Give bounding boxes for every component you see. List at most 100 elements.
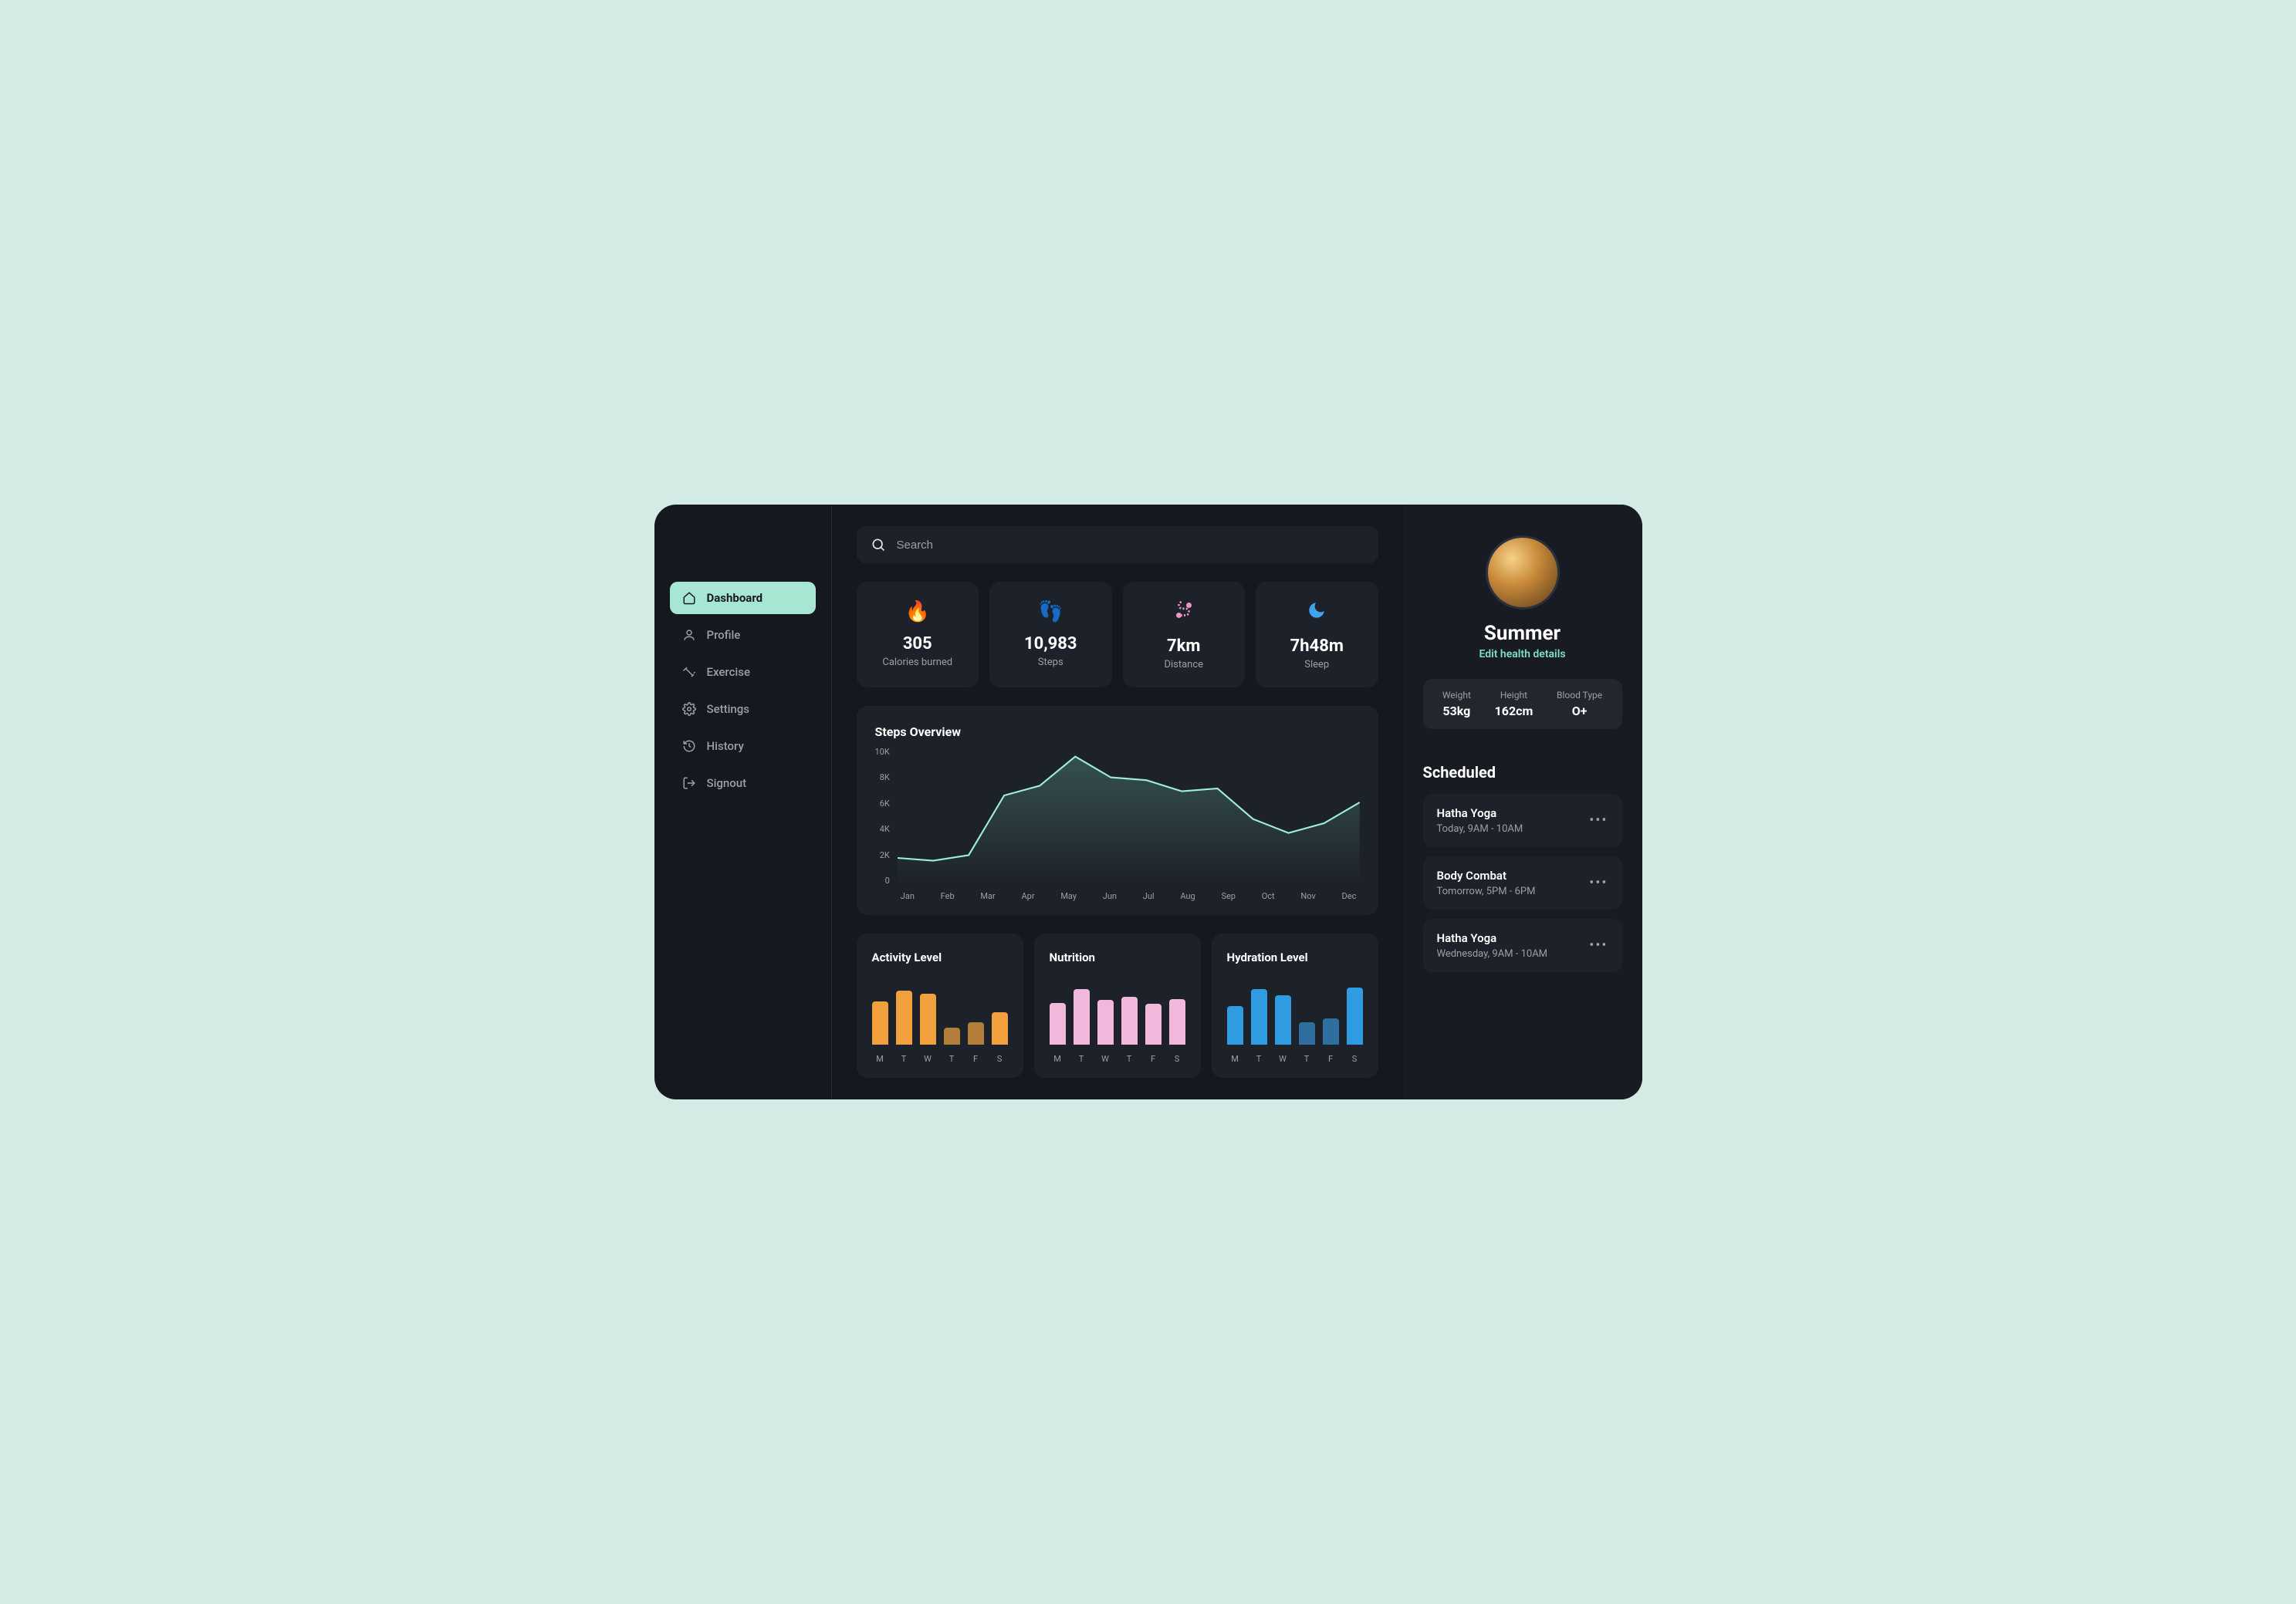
mini-chart-nutrition[interactable]: Nutrition MTWTFS xyxy=(1034,934,1201,1078)
bar xyxy=(1347,988,1363,1045)
sidebar-item-label: Exercise xyxy=(707,665,750,679)
scheduled-text: Hatha Yoga Today, 9AM - 10AM xyxy=(1437,806,1523,835)
scheduled-time: Wednesday, 9AM - 10AM xyxy=(1437,948,1548,960)
bar xyxy=(1121,997,1138,1045)
sidebar-item-exercise[interactable]: Exercise xyxy=(670,656,816,688)
more-icon[interactable]: ••• xyxy=(1589,937,1608,954)
health-label: Height xyxy=(1495,690,1533,701)
health-details: Weight 53kg Height 162cm Blood Type O+ xyxy=(1423,679,1622,729)
sidebar-item-label: Settings xyxy=(707,702,750,716)
mini-chart-hydration-level[interactable]: Hydration LevelMTWTFS xyxy=(1212,934,1378,1078)
mini-chart-labels: MTWTFS xyxy=(872,1054,1008,1064)
search-bar[interactable] xyxy=(857,526,1378,563)
bar xyxy=(1227,1006,1243,1045)
sidebar-item-profile[interactable]: Profile xyxy=(670,619,816,651)
avatar[interactable] xyxy=(1486,535,1560,610)
stat-calories[interactable]: 🔥 305 Calories burned xyxy=(857,582,979,687)
edit-health-link[interactable]: Edit health details xyxy=(1423,648,1622,660)
stat-value: 7km xyxy=(1132,637,1236,656)
right-panel: Summer Edit health details Weight 53kgHe… xyxy=(1403,505,1642,1099)
bar xyxy=(1251,989,1267,1045)
mini-chart-title: Nutrition xyxy=(1050,951,1185,964)
sidebar-item-label: Profile xyxy=(707,628,741,642)
scheduled-text: Body Combat Tomorrow, 5PM - 6PM xyxy=(1437,869,1536,897)
scheduled-item[interactable]: Hatha Yoga Today, 9AM - 10AM ••• xyxy=(1423,794,1622,847)
stat-label: Distance xyxy=(1132,659,1236,670)
user-icon xyxy=(682,628,696,642)
mini-chart-title: Activity Level xyxy=(872,951,1008,964)
scheduled-item[interactable]: Body Combat Tomorrow, 5PM - 6PM ••• xyxy=(1423,856,1622,910)
feet-icon: 👣 xyxy=(999,600,1103,623)
history-icon xyxy=(682,739,696,753)
chart-x-axis: JanFebMarAprMayJunJulAugSepOctNovDec xyxy=(898,891,1360,901)
chart-plot-area: JanFebMarAprMayJunJulAugSepOctNovDec xyxy=(898,747,1360,901)
scheduled-title: Scheduled xyxy=(1423,763,1622,782)
stat-row: 🔥 305 Calories burned 👣 10,983 Steps 7km… xyxy=(857,582,1378,687)
mini-chart-activity-level[interactable]: Activity Level MTWTFS xyxy=(857,934,1023,1078)
bar xyxy=(944,1028,960,1045)
stat-value: 305 xyxy=(866,634,970,653)
health-item-blood-type: Blood Type O+ xyxy=(1557,690,1602,718)
more-icon[interactable]: ••• xyxy=(1589,875,1608,891)
mini-chart-row: Activity LevelMTWTFSNutritionMTWTFSHydra… xyxy=(857,934,1378,1078)
mini-chart-bars xyxy=(872,983,1008,1045)
health-item-height: Height 162cm xyxy=(1495,690,1533,718)
dumbbell-icon xyxy=(682,665,696,679)
stat-label: Steps xyxy=(999,657,1103,668)
stat-steps[interactable]: 👣 10,983 Steps xyxy=(989,582,1112,687)
scheduled-item[interactable]: Hatha Yoga Wednesday, 9AM - 10AM ••• xyxy=(1423,919,1622,972)
mini-chart-bars xyxy=(1227,983,1363,1045)
stat-label: Calories burned xyxy=(866,657,970,668)
more-icon[interactable]: ••• xyxy=(1589,812,1608,829)
sidebar-item-signout[interactable]: Signout xyxy=(670,767,816,799)
mini-chart-labels: MTWTFS xyxy=(1050,1054,1185,1064)
bar xyxy=(1323,1018,1339,1045)
stat-sleep[interactable]: z 7h48m Sleep xyxy=(1256,582,1378,687)
sidebar-item-label: Dashboard xyxy=(707,591,763,605)
health-value: 53kg xyxy=(1442,704,1471,718)
sidebar-item-dashboard[interactable]: Dashboard xyxy=(670,582,816,614)
scheduled-name: Hatha Yoga xyxy=(1437,931,1548,945)
scheduled-name: Body Combat xyxy=(1437,869,1536,883)
bar xyxy=(1097,1000,1114,1045)
scheduled-list: Hatha Yoga Today, 9AM - 10AM ••• Body Co… xyxy=(1423,794,1622,972)
flame-icon: 🔥 xyxy=(866,600,970,623)
stat-value: 10,983 xyxy=(999,634,1103,653)
main-content: 🔥 305 Calories burned 👣 10,983 Steps 7km… xyxy=(832,505,1403,1099)
home-icon xyxy=(682,591,696,605)
bar xyxy=(920,994,936,1045)
sidebar-item-settings[interactable]: Settings xyxy=(670,693,816,725)
sidebar: Dashboard Profile Exercise Settings Hist… xyxy=(654,505,832,1099)
stat-label: Sleep xyxy=(1265,659,1369,670)
steps-overview-chart: Steps Overview 10K8K6K4K2K0 JanFebMarApr… xyxy=(857,706,1378,915)
signout-icon xyxy=(682,776,696,790)
sidebar-item-label: Signout xyxy=(707,776,747,790)
scheduled-time: Tomorrow, 5PM - 6PM xyxy=(1437,886,1536,897)
health-item-weight: Weight 53kg xyxy=(1442,690,1471,718)
mini-chart-labels: MTWTFS xyxy=(1227,1054,1363,1064)
gear-icon xyxy=(682,702,696,716)
scheduled-time: Today, 9AM - 10AM xyxy=(1437,823,1523,835)
bar xyxy=(1074,989,1090,1045)
stat-distance[interactable]: 7km Distance xyxy=(1123,582,1246,687)
app-shell: Dashboard Profile Exercise Settings Hist… xyxy=(654,505,1642,1099)
bar xyxy=(992,1012,1008,1045)
bar xyxy=(1299,1022,1315,1045)
scheduled-name: Hatha Yoga xyxy=(1437,806,1523,820)
search-input[interactable] xyxy=(897,539,1364,552)
mini-chart-bars xyxy=(1050,983,1185,1045)
bar xyxy=(1050,1003,1066,1045)
health-value: 162cm xyxy=(1495,704,1533,718)
scheduled-text: Hatha Yoga Wednesday, 9AM - 10AM xyxy=(1437,931,1548,960)
bar xyxy=(968,1022,984,1045)
bar xyxy=(1169,999,1185,1045)
moon-icon: z xyxy=(1265,600,1369,626)
route-icon xyxy=(1132,600,1236,626)
health-label: Blood Type xyxy=(1557,690,1602,701)
stat-value: 7h48m xyxy=(1265,637,1369,656)
svg-text:z: z xyxy=(1318,603,1321,610)
search-icon xyxy=(871,537,886,552)
sidebar-item-history[interactable]: History xyxy=(670,730,816,762)
bar xyxy=(872,1001,888,1045)
health-label: Weight xyxy=(1442,690,1471,701)
